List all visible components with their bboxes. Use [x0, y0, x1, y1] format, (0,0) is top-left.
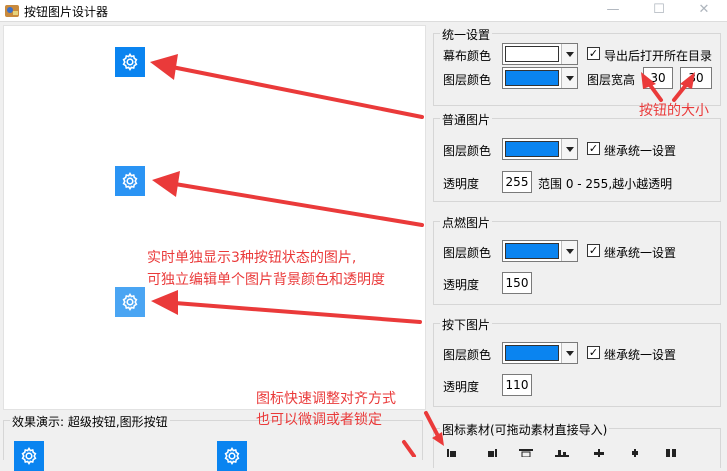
- annotation-align-line1: 图标快速调整对齐方式: [256, 391, 396, 407]
- size-label: 图层宽高: [587, 73, 636, 87]
- height-input[interactable]: 30: [680, 67, 712, 89]
- align-top-icon[interactable]: [519, 449, 533, 457]
- pressed-inherit-label: 继承统一设置: [604, 348, 677, 362]
- maximize-button[interactable]: ☐: [636, 0, 682, 22]
- hover-layer-color-swatch: [505, 243, 559, 259]
- material-legend: 图标素材(可拖动素材直接导入): [440, 421, 610, 438]
- pressed-state-preview[interactable]: [115, 287, 145, 317]
- lock-position-icon[interactable]: [664, 449, 678, 457]
- pressed-inherit-checkbox[interactable]: ✓: [587, 346, 600, 359]
- hover-legend: 点燃图片: [440, 214, 493, 231]
- pressed-legend: 按下图片: [440, 316, 493, 333]
- hover-state-preview[interactable]: [115, 166, 145, 196]
- pressed-opacity-label: 透明度: [443, 380, 480, 394]
- annotation-states-line1: 实时单独显示3种按钮状态的图片,: [147, 250, 357, 266]
- align-bottom-icon[interactable]: [555, 449, 569, 457]
- title-bar: 按钮图片设计器 — ☐ ✕: [0, 0, 727, 22]
- hover-inherit-label: 继承统一设置: [604, 246, 677, 260]
- width-input[interactable]: 30: [643, 67, 673, 89]
- hover-opacity-input[interactable]: 150: [502, 272, 532, 294]
- opacity-range-hint: 范围 0 - 255,越小越透明: [538, 177, 673, 191]
- normal-layer-color-swatch: [505, 141, 559, 157]
- layer-color-select[interactable]: [502, 67, 578, 89]
- hover-inherit-checkbox[interactable]: ✓: [587, 244, 600, 257]
- normal-inherit-label: 继承统一设置: [604, 144, 677, 158]
- pressed-opacity-input[interactable]: 110: [502, 374, 532, 396]
- layer-color-label: 图层颜色: [443, 73, 492, 87]
- app-icon: [5, 5, 19, 17]
- gear-icon: [21, 446, 37, 466]
- canvas-color-swatch: [505, 46, 559, 62]
- hover-layer-color-select[interactable]: [502, 240, 578, 262]
- canvas-color-select[interactable]: [502, 43, 578, 65]
- chevron-down-icon: [561, 343, 577, 363]
- annotation-align-line2: 也可以微调或者锁定: [256, 412, 382, 428]
- unified-legend: 统一设置: [440, 26, 493, 43]
- normal-layer-color-select[interactable]: [502, 138, 578, 160]
- export-open-label: 导出后打开所在目录: [604, 49, 713, 63]
- align-middle-icon[interactable]: [628, 449, 642, 457]
- chevron-down-icon: [561, 44, 577, 64]
- align-right-icon[interactable]: [483, 449, 497, 457]
- hover-opacity-label: 透明度: [443, 278, 480, 292]
- canvas-color-label: 幕布颜色: [443, 49, 492, 63]
- chevron-down-icon: [561, 68, 577, 88]
- annotation-button-size: 按钮的大小: [639, 103, 709, 119]
- normal-legend: 普通图片: [440, 111, 493, 128]
- minimize-button[interactable]: —: [590, 0, 636, 22]
- window-title: 按钮图片设计器: [24, 5, 109, 19]
- material-group: 图标素材(可拖动素材直接导入): [433, 421, 721, 468]
- normal-state-preview[interactable]: [115, 47, 145, 77]
- normal-layer-color-label: 图层颜色: [443, 144, 492, 158]
- normal-opacity-input[interactable]: 255: [502, 171, 532, 193]
- gear-icon: [122, 52, 138, 72]
- demo-graphic-button[interactable]: [217, 441, 247, 471]
- normal-opacity-label: 透明度: [443, 177, 480, 191]
- normal-inherit-checkbox[interactable]: ✓: [587, 142, 600, 155]
- export-open-checkbox[interactable]: ✓: [587, 47, 600, 60]
- align-center-icon[interactable]: [592, 449, 606, 457]
- chevron-down-icon: [561, 139, 577, 159]
- annotation-states-line2: 可独立编辑单个图片背景颜色和透明度: [147, 272, 385, 288]
- demo-legend: 效果演示: 超级按钮,图形按钮: [10, 413, 170, 430]
- layer-color-swatch: [505, 70, 559, 86]
- preview-canvas: [3, 25, 426, 410]
- align-left-icon[interactable]: [447, 449, 461, 457]
- gear-icon: [122, 292, 138, 312]
- pressed-layer-color-swatch: [505, 345, 559, 361]
- hover-layer-color-label: 图层颜色: [443, 246, 492, 260]
- gear-icon: [224, 446, 240, 466]
- pressed-layer-color-label: 图层颜色: [443, 348, 492, 362]
- pressed-layer-color-select[interactable]: [502, 342, 578, 364]
- gear-icon: [122, 171, 138, 191]
- chevron-down-icon: [561, 241, 577, 261]
- demo-super-button[interactable]: [14, 441, 44, 471]
- close-button[interactable]: ✕: [681, 0, 727, 22]
